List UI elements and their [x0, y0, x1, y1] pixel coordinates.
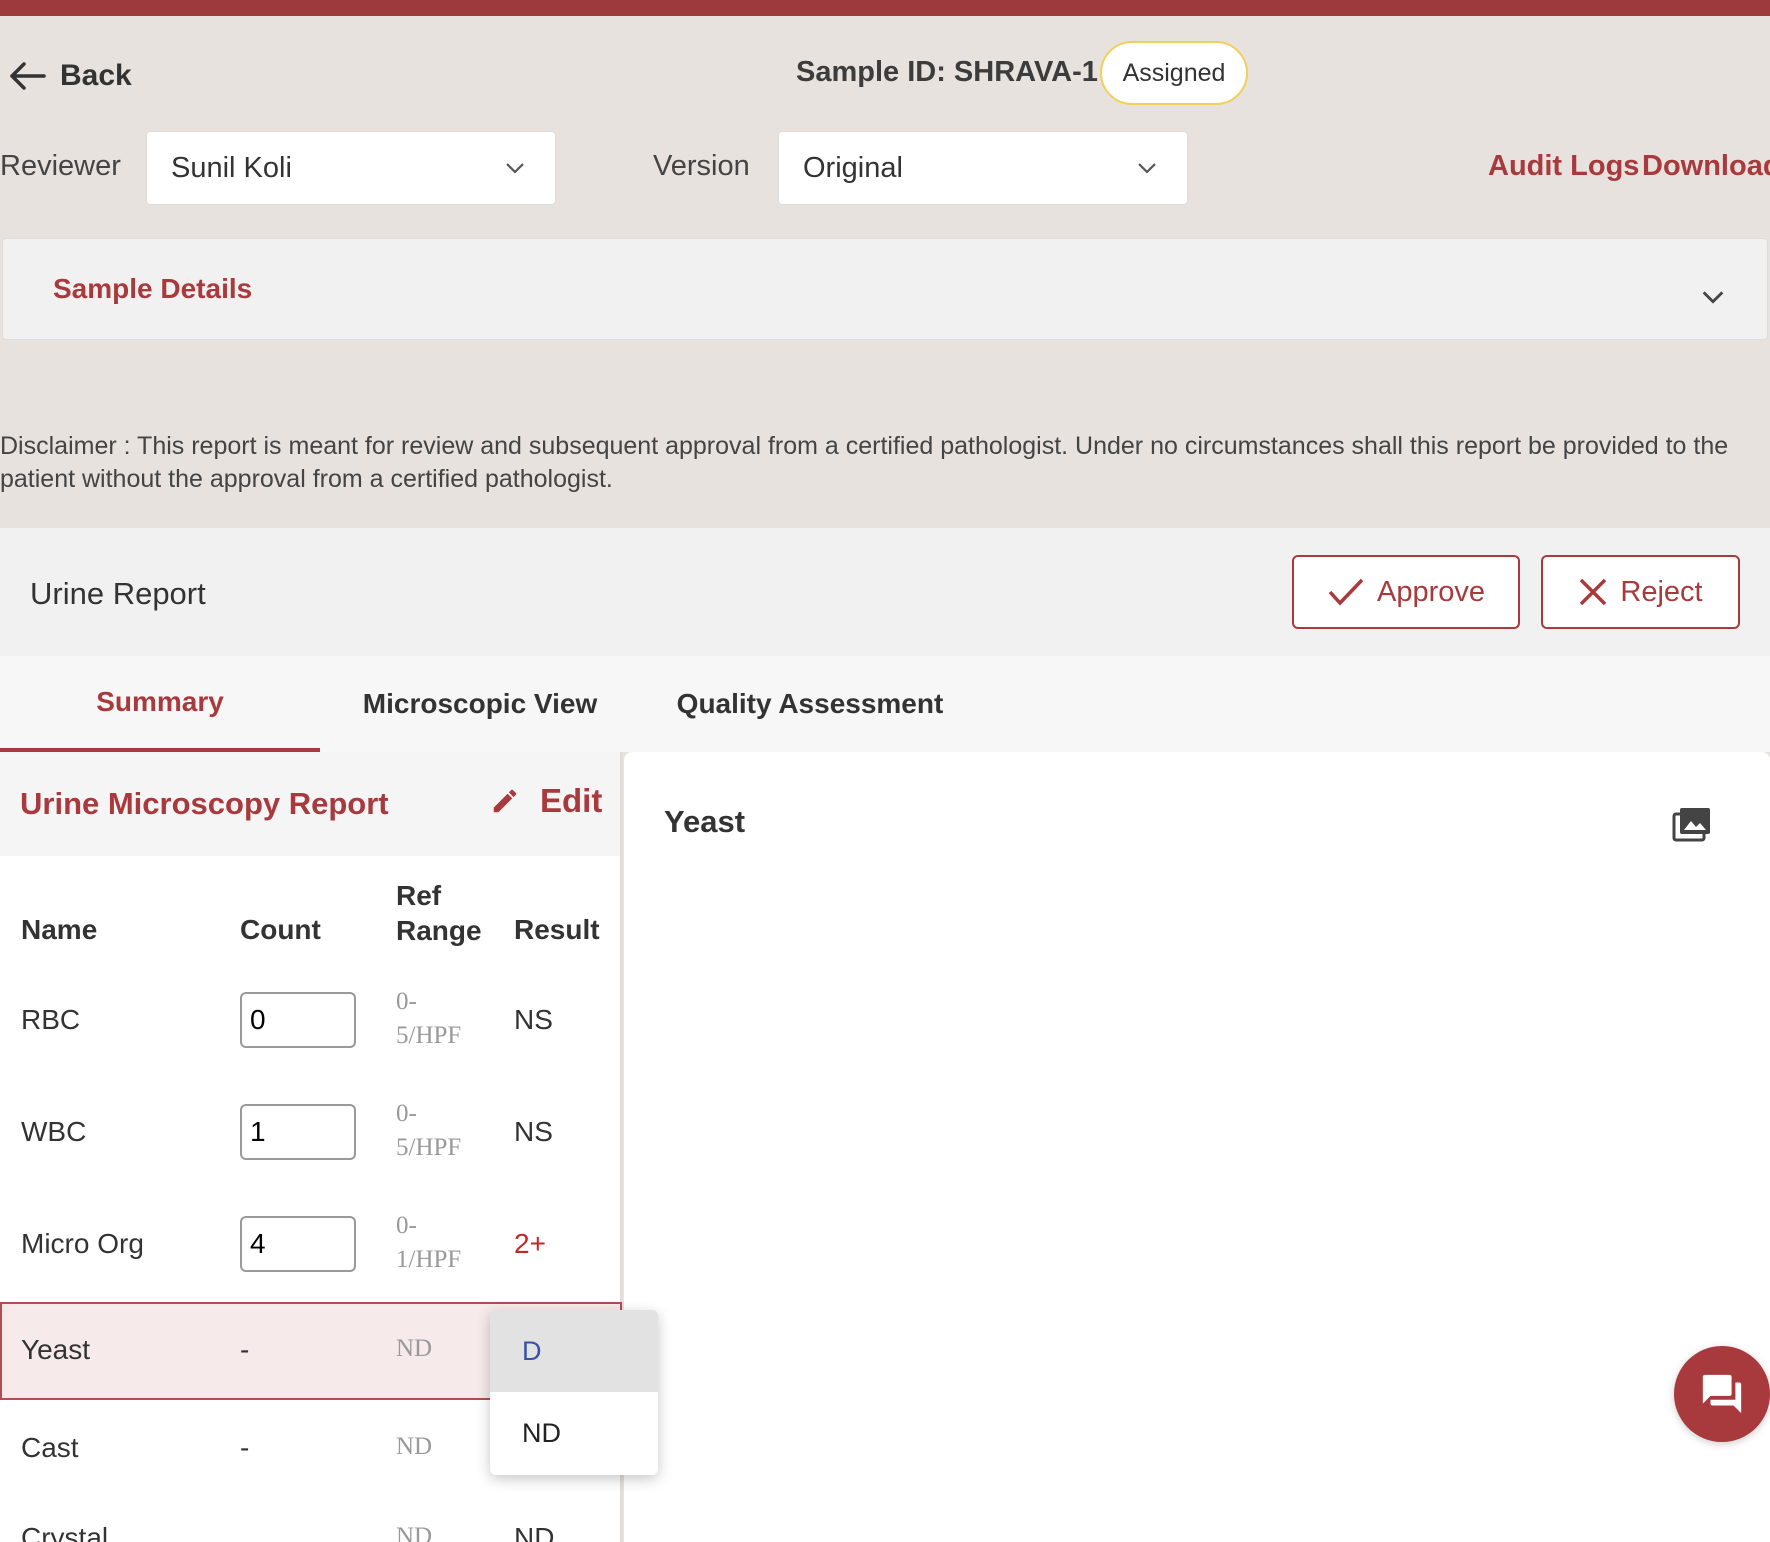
chevron-down-icon	[506, 163, 524, 174]
column-header-count: Count	[240, 914, 321, 945]
edit-label: Edit	[540, 782, 603, 819]
ref-range-line1: 0-	[396, 1100, 417, 1127]
sample-id: Sample ID: SHRAVA-1	[796, 56, 1098, 88]
ref-range-line2: 5/HPF	[396, 1022, 462, 1049]
status-badge: Assigned	[1100, 41, 1248, 105]
ref-range: 0- 5/HPF	[396, 1097, 461, 1165]
reviewer-label: Reviewer	[0, 150, 121, 182]
count-value: -	[240, 1334, 250, 1365]
arrow-left-icon	[10, 62, 46, 90]
version-value: Original	[803, 151, 903, 184]
chevron-down-icon	[1702, 291, 1724, 304]
approve-button[interactable]: Approve	[1292, 555, 1520, 629]
count-input[interactable]	[240, 992, 356, 1048]
close-icon	[1580, 578, 1607, 606]
result-value[interactable]: ND	[514, 1522, 554, 1542]
row-name: WBC	[21, 1116, 87, 1147]
report-tabs: Summary Microscopic View Quality Assessm…	[0, 656, 1770, 752]
back-label: Back	[60, 59, 132, 92]
ref-range: 0- 5/HPF	[396, 985, 461, 1053]
reviewer-value: Sunil Koli	[171, 151, 292, 184]
audit-logs-link[interactable]: Audit Logs	[1488, 150, 1639, 183]
pencil-icon	[493, 789, 517, 813]
ref-range: 0- 1/HPF	[396, 1209, 461, 1277]
reviewer-select[interactable]: Sunil Koli	[146, 131, 556, 205]
result-value[interactable]: 2+	[514, 1228, 546, 1260]
tab-quality-assessment[interactable]: Quality Assessment	[660, 656, 960, 752]
download-link[interactable]: Download	[1642, 150, 1770, 183]
chat-icon	[1702, 1374, 1742, 1414]
column-header-name: Name	[21, 914, 98, 945]
microscopy-report-header: Urine Microscopy Report Edit	[0, 752, 620, 856]
reject-label: Reject	[1620, 575, 1703, 608]
column-header-result: Result	[514, 914, 600, 945]
version-select[interactable]: Original	[778, 131, 1188, 205]
ref-range-line1: 0-	[396, 988, 417, 1015]
row-name: Yeast	[21, 1334, 91, 1365]
check-icon	[1328, 578, 1364, 606]
row-name: Cast	[21, 1432, 79, 1463]
edit-button[interactable]: Edit	[490, 782, 602, 820]
column-header-ref-range: Ref Range	[396, 878, 482, 948]
ref-range-line2: Range	[396, 915, 482, 946]
dropdown-option-d[interactable]: D	[490, 1310, 658, 1392]
row-name: RBC	[21, 1004, 81, 1035]
ref-range-line2: 5/HPF	[396, 1134, 462, 1161]
sample-details-accordion[interactable]: Sample Details	[2, 238, 1768, 340]
result-value[interactable]: NS	[514, 1116, 553, 1148]
ref-range-line2: 1/HPF	[396, 1246, 462, 1273]
top-bar	[0, 0, 1770, 16]
version-label: Version	[653, 150, 750, 182]
report-header: Urine Report Approve Reject	[0, 528, 1770, 656]
chevron-down-icon	[1138, 163, 1156, 174]
dropdown-option-nd[interactable]: ND	[490, 1392, 658, 1474]
count-input[interactable]	[240, 1104, 356, 1160]
report-title: Urine Report	[30, 576, 206, 611]
ref-range: ND	[396, 1433, 433, 1460]
tab-microscopic-view[interactable]: Microscopic View	[340, 656, 620, 752]
tab-summary[interactable]: Summary	[0, 656, 320, 752]
row-name: Micro Org	[21, 1228, 144, 1259]
count-input[interactable]	[240, 1216, 356, 1272]
chat-button[interactable]	[1674, 1346, 1770, 1442]
ref-range-line1: Ref	[396, 880, 442, 911]
sample-details-title: Sample Details	[53, 273, 253, 304]
approve-label: Approve	[1376, 575, 1485, 608]
ref-range-line1: 0-	[396, 1212, 417, 1239]
count-value: -	[240, 1432, 250, 1463]
row-name: Crystal	[21, 1522, 109, 1542]
ref-range: ND	[396, 1523, 433, 1542]
reject-button[interactable]: Reject	[1541, 555, 1740, 629]
result-dropdown-menu: D ND	[490, 1310, 658, 1475]
detail-panel: Yeast	[624, 752, 1770, 1542]
microscopy-report-title: Urine Microscopy Report	[20, 786, 389, 821]
ref-range: ND	[396, 1335, 433, 1362]
image-gallery-icon[interactable]	[1672, 806, 1712, 842]
disclaimer-text: Disclaimer : This report is meant for re…	[0, 432, 1729, 493]
back-button[interactable]: Back	[8, 54, 132, 98]
result-value[interactable]: NS	[514, 1004, 553, 1036]
detail-title: Yeast	[664, 804, 746, 839]
